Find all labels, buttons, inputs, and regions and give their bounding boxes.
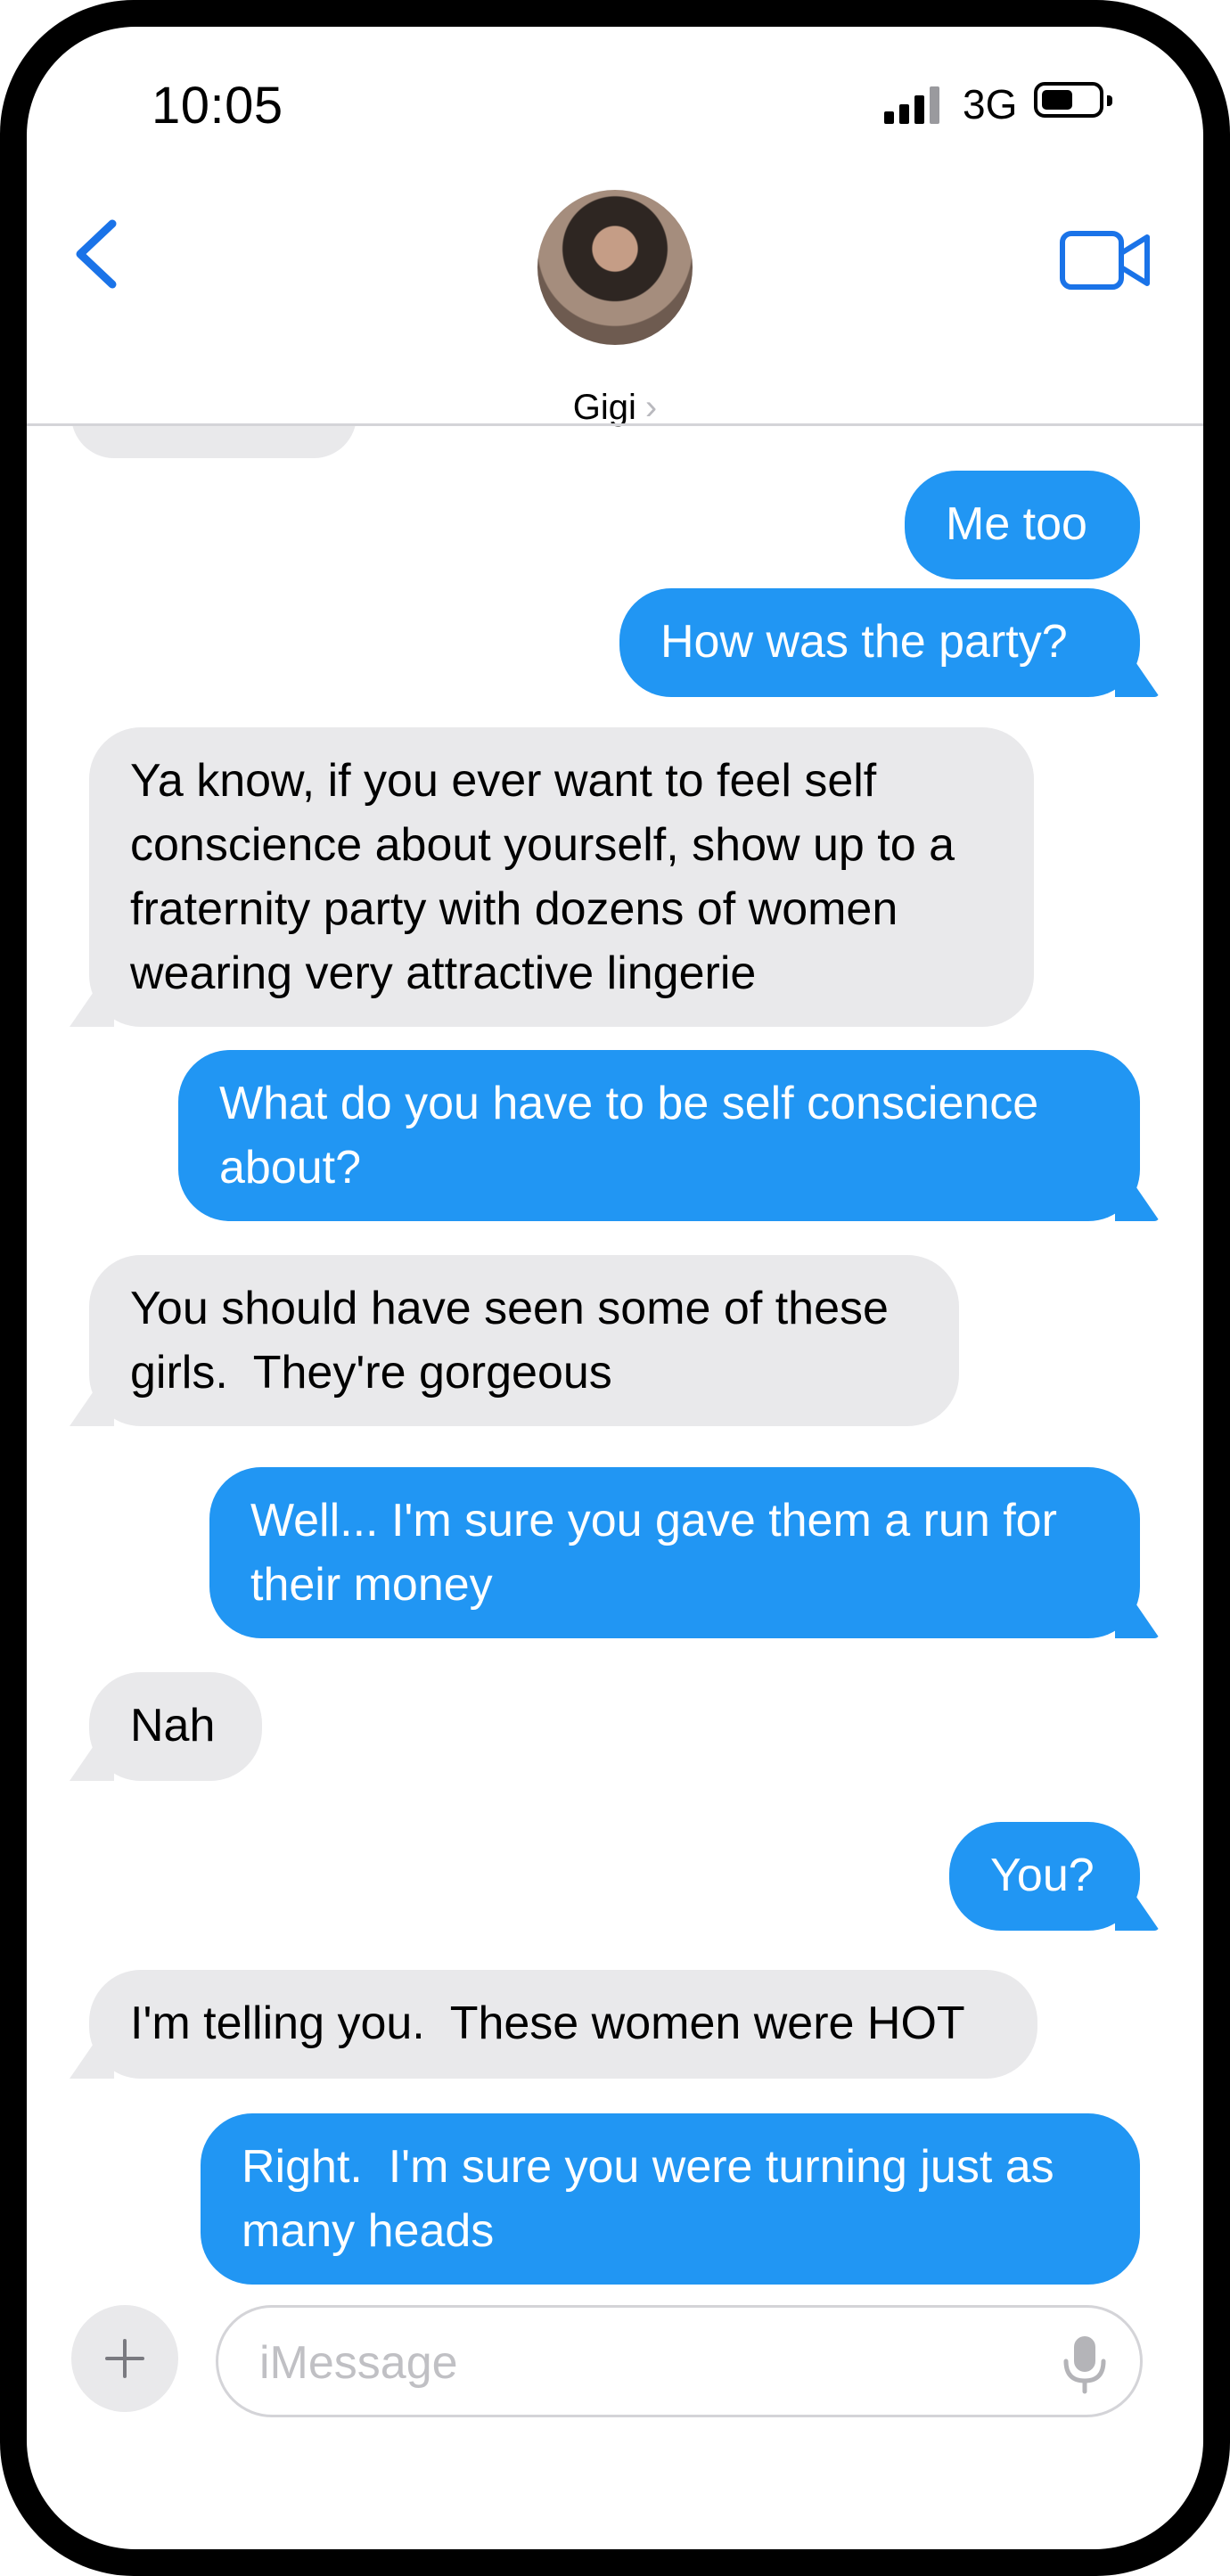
message-composer[interactable] [216,2305,1143,2417]
message-bubble-sent[interactable]: You? [949,1822,1140,1931]
phone-screen: 10:05 3G Gigi › Me too How was the party… [27,27,1203,2549]
chevron-right-icon: › [644,388,658,427]
message-bubble-received[interactable]: Ya know, if you ever want to feel self c… [89,727,1034,1027]
contact-name[interactable]: Gigi › [27,388,1203,428]
signal-strength-icon [884,85,939,124]
message-bubble-received[interactable]: Nah [89,1672,262,1781]
message-bubble-partial [71,426,357,458]
message-bubble-sent[interactable]: How was the party? [619,588,1140,697]
message-thread[interactable]: Me too How was the party? Ya know, if yo… [27,426,1203,2310]
add-attachment-button[interactable] [71,2305,178,2412]
message-bubble-sent[interactable]: Right. I'm sure you were turning just as… [201,2113,1140,2285]
microphone-icon [1063,2336,1106,2394]
phone-frame: 10:05 3G Gigi › Me too How was the party… [0,0,1230,2576]
message-input[interactable] [258,2331,1046,2395]
message-bubble-sent[interactable]: What do you have to be self conscience a… [178,1050,1140,1221]
network-type: 3G [963,81,1018,127]
contact-name-label: Gigi [572,388,636,427]
message-bubble-sent[interactable]: Well... I'm sure you gave them a run for… [209,1467,1140,1638]
chevron-left-icon [76,219,117,289]
back-button[interactable] [62,209,134,299]
message-bubble-received[interactable]: I'm telling you. These women were HOT [89,1970,1037,2079]
contact-avatar[interactable] [537,190,693,345]
status-time: 10:05 [152,77,283,135]
battery-icon [1034,82,1112,118]
video-call-button[interactable] [1058,225,1156,296]
video-camera-icon [1060,231,1150,290]
message-bubble-received[interactable]: You should have seen some of these girls… [89,1255,959,1426]
dictation-button[interactable] [1058,2333,1111,2395]
message-bubble-sent[interactable]: Me too [905,471,1140,579]
